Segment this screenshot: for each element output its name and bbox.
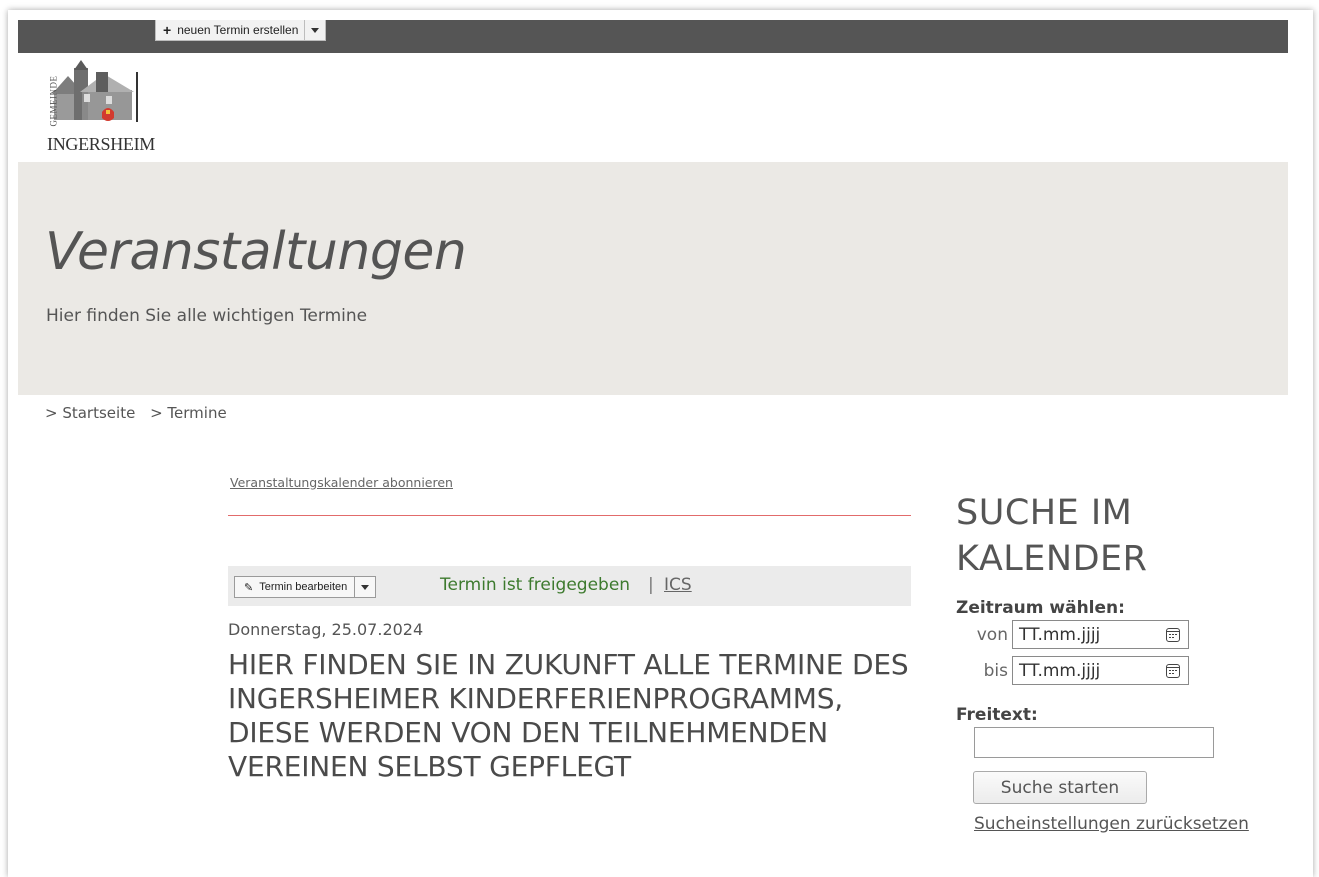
pencil-icon: ✎ xyxy=(244,581,254,594)
calendar-icon[interactable] xyxy=(1166,663,1180,678)
ics-download-link[interactable]: ICS xyxy=(664,575,692,595)
admin-toolbar: + neuen Termin erstellen xyxy=(18,20,1288,53)
date-from-input[interactable]: TT.mm.jjjj xyxy=(1012,620,1189,649)
edit-event-split-button: ✎ Termin bearbeiten xyxy=(234,576,377,598)
new-event-button[interactable]: + neuen Termin erstellen xyxy=(156,20,304,40)
edit-event-dropdown-toggle[interactable] xyxy=(354,577,375,597)
event-date: Donnerstag, 25.07.2024 xyxy=(228,620,424,639)
freetext-label: Freitext: xyxy=(956,705,1038,725)
date-to-placeholder: TT.mm.jjjj xyxy=(1019,660,1101,681)
event-status: Termin ist freigegeben xyxy=(440,575,631,595)
date-from-row: von TT.mm.jjjj xyxy=(968,620,1189,649)
edit-event-button[interactable]: ✎ Termin bearbeiten xyxy=(235,577,354,597)
new-event-dropdown-toggle[interactable] xyxy=(304,20,325,40)
from-label: von xyxy=(976,624,1008,645)
caret-down-icon xyxy=(311,27,320,33)
page-subtitle: Hier finden Sie alle wichtigen Termine xyxy=(46,306,368,326)
divider xyxy=(228,515,911,516)
calendar-icon[interactable] xyxy=(1166,627,1180,642)
subscribe-calendar-link[interactable]: Veranstaltungskalender abonnieren xyxy=(230,475,453,490)
breadcrumb-startseite[interactable]: > Startseite xyxy=(45,404,135,422)
search-button[interactable]: Suche starten xyxy=(973,771,1147,804)
logo-name: INGERSHEIM xyxy=(47,134,155,154)
period-label: Zeitraum wählen: xyxy=(956,598,1125,618)
page-header-banner: Veranstaltungen Hier finden Sie alle wic… xyxy=(18,162,1288,395)
date-to-row: bis TT.mm.jjjj xyxy=(968,656,1189,685)
breadcrumb-termine[interactable]: > Termine xyxy=(150,404,227,422)
new-event-split-button: + neuen Termin erstellen xyxy=(155,20,327,41)
to-label: bis xyxy=(983,660,1008,681)
date-to-input[interactable]: TT.mm.jjjj xyxy=(1012,656,1189,685)
page-title: Veranstaltungen xyxy=(45,222,467,282)
logo-prefix: GEMEINDE xyxy=(48,75,59,127)
event-title[interactable]: HIER FINDEN SIE IN ZUKUNFT ALLE TERMINE … xyxy=(228,648,928,784)
freetext-input[interactable] xyxy=(974,727,1214,758)
edit-event-label: Termin bearbeiten xyxy=(259,581,348,593)
event-admin-bar: ✎ Termin bearbeiten Termin ist freigegeb… xyxy=(228,566,911,606)
caret-down-icon xyxy=(361,584,370,590)
breadcrumb: > Startseite > Termine xyxy=(45,404,237,422)
date-from-placeholder: TT.mm.jjjj xyxy=(1019,624,1101,645)
status-separator: | xyxy=(648,575,654,595)
reset-search-link[interactable]: Sucheinstellungen zurücksetzen xyxy=(974,814,1249,834)
calendar-search-title: SUCHE IM KALENDER xyxy=(956,493,1148,579)
plus-icon: + xyxy=(163,22,172,38)
new-event-label: neuen Termin erstellen xyxy=(177,23,299,37)
